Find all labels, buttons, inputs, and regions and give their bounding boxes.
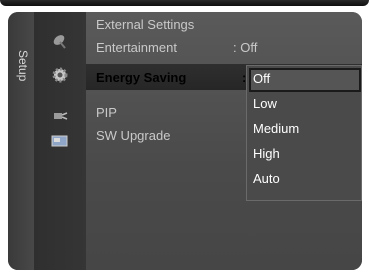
menu-item-pip[interactable]: PIP <box>96 105 117 120</box>
settings-gear-icon <box>50 66 70 84</box>
energy-saving-dropdown[interactable]: Off Low Medium High Auto <box>246 65 362 201</box>
top-bezel <box>0 0 369 6</box>
menu-item-value: : Off <box>233 40 258 55</box>
menu-item-entertainment[interactable]: Entertainment : Off <box>96 40 257 55</box>
menu-item-sw-upgrade[interactable]: SW Upgrade <box>96 128 170 143</box>
menu-item-label: SW Upgrade <box>96 128 171 143</box>
dropdown-option-low[interactable]: Low <box>253 96 277 111</box>
dropdown-option-high[interactable]: High <box>253 146 280 161</box>
menu-item-label: PIP <box>96 105 117 120</box>
dropdown-option-auto[interactable]: Auto <box>253 171 280 186</box>
setup-menu-panel: Setup External Settings Entertainment: … <box>8 12 362 270</box>
icon-column <box>34 12 86 270</box>
category-tab[interactable]: Setup <box>8 12 34 270</box>
menu-item-label: External Settings <box>96 17 195 32</box>
plug-icon <box>50 106 70 124</box>
dropdown-option-off[interactable]: Off <box>253 71 270 86</box>
menu-item-energy-saving[interactable]: Energy Saving : <box>96 70 246 85</box>
menu-content: External Settings Entertainment : Off En… <box>86 12 362 270</box>
setup-tab-label: Setup <box>16 50 30 82</box>
dropdown-option-medium[interactable]: Medium <box>253 121 299 136</box>
menu-item-label: Energy Saving <box>96 70 187 85</box>
menu-item-external-settings[interactable]: External Settings <box>96 17 194 32</box>
menu-item-label: Entertainment <box>96 40 177 55</box>
input-source-icon <box>50 132 70 150</box>
satellite-dish-icon <box>50 32 70 50</box>
